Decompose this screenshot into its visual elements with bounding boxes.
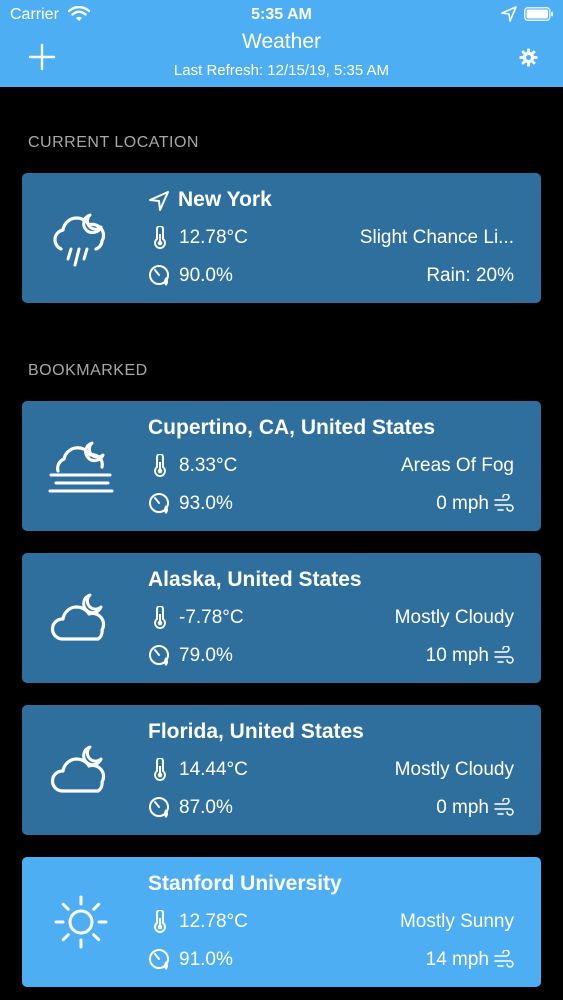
wind-icon xyxy=(494,494,514,512)
condition-label: Mostly Cloudy xyxy=(394,607,514,628)
nav-bar: Carrier 5:35 AM Weather Last Refresh: 12… xyxy=(0,0,563,87)
location-name: Stanford University xyxy=(148,872,342,895)
wind-icon xyxy=(494,950,514,968)
temperature-value: 12.78°C xyxy=(179,227,248,248)
condition-label: Areas Of Fog xyxy=(401,455,514,476)
location-name: New York xyxy=(178,188,272,211)
humidity-gauge-icon xyxy=(149,265,169,286)
wind-speed-value: 0 mph xyxy=(436,493,489,514)
location-arrow-icon xyxy=(149,191,169,211)
last-refresh-label: Last Refresh: 12/15/19, 5:35 AM xyxy=(173,62,390,79)
wind-icon xyxy=(494,646,514,664)
humidity-value: 90.0% xyxy=(179,265,233,286)
cloud-rain-moon-icon xyxy=(53,213,106,267)
condition-label: Mostly Cloudy xyxy=(394,759,514,780)
location-card-florida[interactable]: Florida, United States 14.44°C Mostly Cl… xyxy=(22,705,541,835)
temperature-value: 8.33°C xyxy=(179,455,238,476)
location-card-new-york[interactable]: New York 12.78°C Slight Chance Li... 90.… xyxy=(22,173,541,303)
thermometer-icon xyxy=(154,758,166,781)
location-name: Florida, United States xyxy=(148,720,364,743)
temperature-value: 14.44°C xyxy=(179,759,248,780)
wind-speed-value: 14 mph xyxy=(425,949,489,970)
battery-icon xyxy=(524,7,553,21)
gear-icon[interactable] xyxy=(519,48,538,67)
location-name: Cupertino, CA, United States xyxy=(148,416,436,439)
thermometer-icon xyxy=(154,606,166,629)
cloud-moon-icon xyxy=(50,745,106,793)
humidity-value: 91.0% xyxy=(179,949,233,970)
temperature-value: -7.78°C xyxy=(179,607,244,628)
location-card-alaska[interactable]: Alaska, United States -7.78°C Mostly Clo… xyxy=(22,553,541,683)
clock: 5:35 AM xyxy=(251,6,312,23)
fog-moon-icon xyxy=(48,441,114,493)
rain-chance-label: Rain: 20% xyxy=(426,265,514,286)
humidity-value: 79.0% xyxy=(179,645,233,666)
thermometer-icon xyxy=(154,910,166,933)
location-card-cupertino[interactable]: Cupertino, CA, United States 8.33°C Area… xyxy=(22,401,541,531)
thermometer-icon xyxy=(154,454,166,477)
temperature-value: 12.78°C xyxy=(179,911,248,932)
humidity-gauge-icon xyxy=(149,797,169,818)
section-bookmarked: BOOKMARKED xyxy=(28,362,148,379)
section-current-location: CURRENT LOCATION xyxy=(28,134,199,151)
humidity-gauge-icon xyxy=(149,645,169,666)
wind-icon xyxy=(494,798,514,816)
humidity-gauge-icon xyxy=(149,949,169,970)
wind-speed-value: 10 mph xyxy=(425,645,489,666)
humidity-gauge-icon xyxy=(149,493,169,514)
location-name: Alaska, United States xyxy=(148,568,362,591)
sun-icon xyxy=(54,895,108,949)
wind-speed-value: 0 mph xyxy=(436,797,489,818)
condition-label: Mostly Sunny xyxy=(399,911,514,932)
location-card-stanford[interactable]: Stanford University 12.78°C Mostly Sunny… xyxy=(22,857,541,987)
page-title: Weather xyxy=(242,30,321,53)
humidity-value: 87.0% xyxy=(179,797,233,818)
humidity-value: 93.0% xyxy=(179,493,233,514)
cloud-moon-icon xyxy=(50,593,106,641)
status-bar: Carrier 5:35 AM xyxy=(0,0,563,30)
thermometer-icon xyxy=(154,226,166,249)
condition-label: Slight Chance Li... xyxy=(359,227,514,248)
location-arrow-icon xyxy=(501,6,517,22)
